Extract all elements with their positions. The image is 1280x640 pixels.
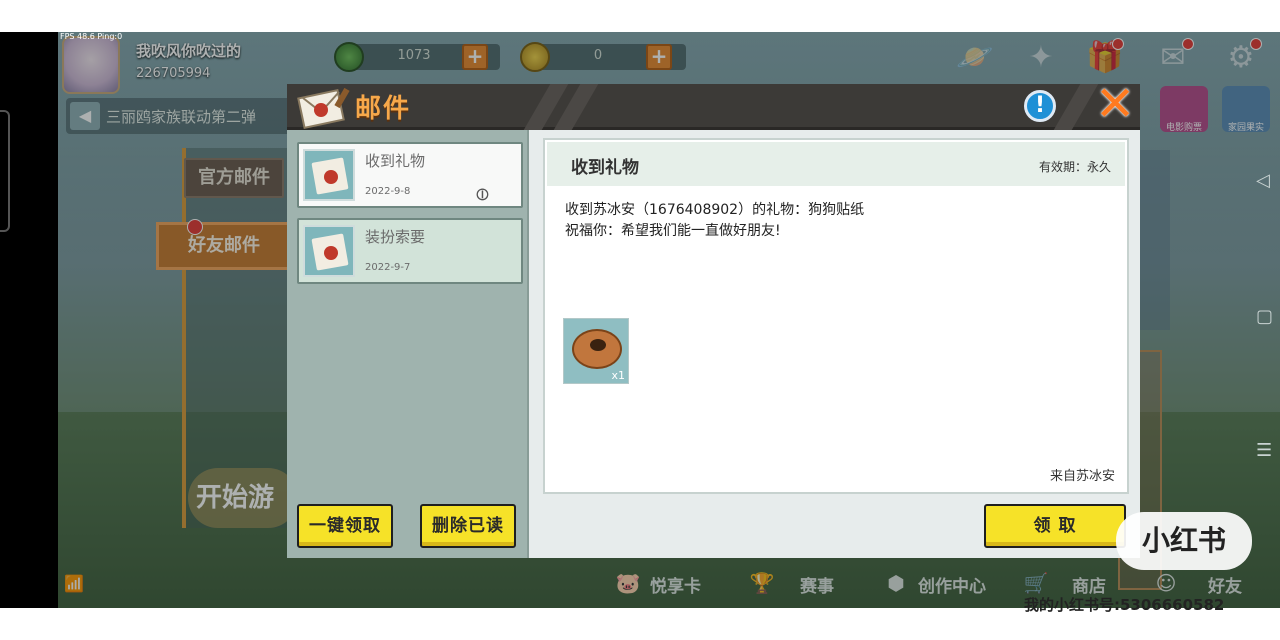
dialog-title: 邮件 <box>355 94 412 124</box>
header-stripe <box>1053 84 1099 130</box>
message-line-1: 收到苏冰安（1676408902）的礼物：狗狗贴纸 <box>565 202 865 218</box>
detail-title: 收到礼物 <box>571 158 639 178</box>
dialog-body: 收到礼物 2022-9-8 ⊘ 装扮索要 2022-9-7 一键领取 删除已读 … <box>287 130 1140 558</box>
dialog-header: 邮件 ! ✕ <box>287 80 1140 130</box>
claim-all-button[interactable]: 一键领取 <box>297 504 393 548</box>
delete-read-button[interactable]: 删除已读 <box>420 504 516 548</box>
detail-message: 收到苏冰安（1676408902）的礼物：狗狗贴纸 祝福你：希望我们能一直做好朋… <box>565 200 864 242</box>
mail-date: 2022-9-7 <box>365 262 411 273</box>
close-button[interactable]: ✕ <box>1095 80 1135 128</box>
seal-icon <box>324 170 338 184</box>
detail-header: 收到礼物 有效期：永久 <box>547 142 1125 186</box>
xiaohongshu-watermark-logo: 小红书 <box>1116 512 1252 570</box>
dog-nose-sticker-icon <box>572 329 622 369</box>
mail-list: 收到礼物 2022-9-8 ⊘ 装扮索要 2022-9-7 一键领取 删除已读 <box>287 130 529 558</box>
back-icon[interactable]: ◁ <box>1256 170 1270 191</box>
mail-subject: 收到礼物 <box>365 152 426 170</box>
nose-tip <box>590 339 606 351</box>
mail-date: 2022-9-8 <box>365 186 411 197</box>
phone-bezel-left <box>0 32 58 608</box>
seal-icon <box>324 246 338 260</box>
watermark-id: 我的小红书号:5306660582 <box>1024 596 1225 614</box>
mail-dialog: 邮件 ! ✕ 收到礼物 2022-9-8 ⊘ 装扮索要 2022-9-7 一键领… <box>287 80 1140 558</box>
mail-thumbnail <box>303 149 355 201</box>
gift-quantity: x1 <box>611 369 625 382</box>
mail-detail: 收到礼物 有效期：永久 收到苏冰安（1676408902）的礼物：狗狗贴纸 祝福… <box>543 138 1129 494</box>
fps-readout: FPS 48.6 Ping:0 <box>60 32 123 41</box>
status-bar-area <box>0 0 1280 32</box>
envelope-icon <box>297 87 350 130</box>
gift-item[interactable]: x1 <box>563 318 629 384</box>
mail-item-request[interactable]: 装扮索要 2022-9-7 <box>297 218 523 284</box>
mail-thumbnail <box>303 225 355 277</box>
message-line-2: 祝福你：希望我们能一直做好朋友! <box>565 223 781 239</box>
claim-button[interactable]: 领 取 <box>984 504 1126 548</box>
menu-icon[interactable]: ☰ <box>1256 440 1272 461</box>
mail-subject: 装扮索要 <box>365 228 426 246</box>
expiry-label: 有效期：永久 <box>1038 160 1111 174</box>
home-icon[interactable]: ▢ <box>1256 306 1273 327</box>
mail-item-gift[interactable]: 收到礼物 2022-9-8 ⊘ <box>297 142 523 208</box>
info-button[interactable]: ! <box>1024 90 1056 122</box>
attachment-icon: ⊘ <box>469 181 496 208</box>
camera-notch <box>0 110 10 232</box>
sender-label: 来自苏冰安 <box>1049 469 1115 484</box>
